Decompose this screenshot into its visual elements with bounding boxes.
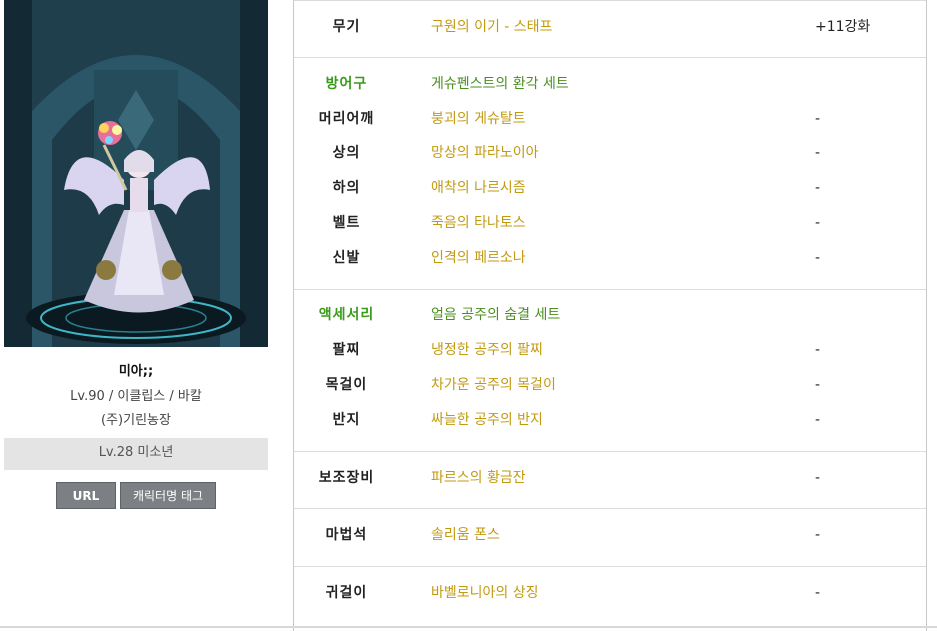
equipment-row: 신발 인격의 페르소나 - [294, 241, 926, 275]
equipment-row: 머리어깨 붕괴의 게슈탈트 - [294, 102, 926, 136]
weapon-row: 무기 구원의 이기 - 스태프 +11강화 [294, 10, 926, 44]
item-name[interactable]: 냉정한 공주의 팔찌 [431, 333, 543, 367]
item-name[interactable]: 차가운 공주의 목걸이 [431, 368, 556, 402]
slot-label: 목걸이 [325, 377, 368, 393]
divider [294, 0, 926, 1]
equipment-row: 하의 애착의 나르시즘 - [294, 171, 926, 205]
set-name[interactable]: 게슈펜스트의 환각 세트 [431, 67, 569, 101]
divider [294, 57, 926, 58]
bottom-border [0, 626, 937, 628]
character-portrait [4, 0, 268, 347]
item-name[interactable]: 솔리움 폰스 [431, 518, 500, 552]
equipment-row: 반지 싸늘한 공주의 반지 - [294, 403, 926, 437]
accessory-set-row: 액세서리 얼음 공주의 숨결 세트 [294, 298, 926, 332]
character-tag-button[interactable]: 캐릭터명 태그 [120, 482, 216, 509]
slot-label: 머리어깨 [318, 111, 375, 127]
enhance-value: - [815, 527, 821, 543]
slot-label: 팔찌 [332, 342, 361, 358]
enhance-value: - [815, 342, 821, 358]
set-name[interactable]: 얼음 공주의 숨결 세트 [431, 298, 560, 332]
slot-label: 하의 [332, 180, 361, 196]
url-button[interactable]: URL [56, 482, 116, 509]
enhance-value: - [815, 145, 821, 161]
armor-set-row: 방어구 게슈펜스트의 환각 세트 [294, 67, 926, 101]
item-name[interactable]: 죽음의 타나토스 [431, 206, 526, 240]
enhance-value: - [815, 111, 821, 127]
enhance-value: - [815, 215, 821, 231]
divider [294, 289, 926, 290]
equipment-table: 무기 구원의 이기 - 스태프 +11강화 방어구 게슈펜스트의 환각 세트 머… [293, 0, 927, 631]
character-name: 미아;; [118, 364, 154, 379]
divider [294, 508, 926, 509]
item-name[interactable]: 싸늘한 공주의 반지 [431, 403, 543, 437]
enhance-value: - [815, 585, 821, 601]
enhance-value: - [815, 250, 821, 266]
equipment-row: 상의 망상의 파라노이아 - [294, 136, 926, 170]
slot-label: 무기 [332, 19, 361, 35]
divider [294, 451, 926, 452]
equipment-row: 목걸이 차가운 공주의 목걸이 - [294, 368, 926, 402]
sub-equipment-row: 보조장비 파르스의 황금잔 - [294, 461, 926, 495]
item-name[interactable]: 파르스의 황금잔 [431, 461, 526, 495]
item-name[interactable]: 바벨로니아의 상징 [431, 576, 539, 610]
slot-label: 액세서리 [318, 307, 375, 323]
slot-label: 반지 [332, 412, 361, 428]
enhance-value: +11강화 [815, 19, 871, 35]
slot-label: 방어구 [325, 76, 368, 92]
divider [294, 566, 926, 567]
enhance-value: - [815, 412, 821, 428]
item-name[interactable]: 망상의 파라노이아 [431, 136, 539, 170]
equipment-row: 벨트 죽음의 타나토스 - [294, 206, 926, 240]
slot-label: 벨트 [332, 215, 361, 231]
slot-label: 귀걸이 [325, 585, 368, 601]
item-name[interactable]: 애착의 나르시즘 [431, 171, 526, 205]
equipment-row: 팔찌 냉정한 공주의 팔찌 - [294, 333, 926, 367]
item-name[interactable]: 인격의 페르소나 [431, 241, 526, 275]
slot-label: 상의 [332, 145, 361, 161]
enhance-value: - [815, 180, 821, 196]
character-level-class-server: Lv.90 / 이클립스 / 바칼 [70, 389, 202, 404]
pet-info: Lv.28 미소년 [4, 438, 268, 470]
slot-label: 보조장비 [318, 470, 375, 486]
slot-label: 신발 [332, 250, 361, 266]
item-name[interactable]: 붕괴의 게슈탈트 [431, 102, 526, 136]
enhance-value: - [815, 470, 821, 486]
item-name[interactable]: 구원의 이기 - 스태프 [431, 10, 552, 44]
character-panel: 미아;; Lv.90 / 이클립스 / 바칼 (주)기린농장 Lv.28 미소년… [0, 0, 280, 631]
slot-label: 마법석 [325, 527, 368, 543]
magic-stone-row: 마법석 솔리움 폰스 - [294, 518, 926, 552]
enhance-value: - [815, 377, 821, 393]
character-guild: (주)기린농장 [101, 413, 171, 428]
earring-row: 귀걸이 바벨로니아의 상징 - [294, 576, 926, 610]
